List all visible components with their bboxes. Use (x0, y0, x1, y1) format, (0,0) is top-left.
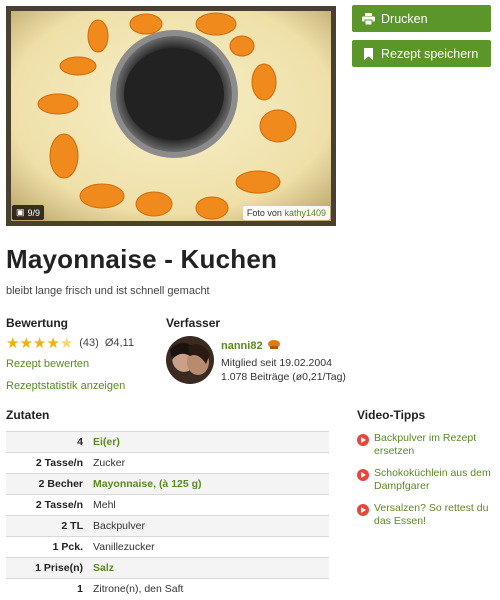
play-icon (357, 469, 369, 481)
ingredient-name-link[interactable]: Salz (90, 557, 329, 579)
ingredient-row: 1 Zitrone(n), den Saft (6, 578, 329, 600)
rating-stars: ★ ★ ★ ★ ★ (6, 336, 73, 351)
video-tip-label: Versalzen? So rettest du das Essen! (374, 502, 489, 527)
ingredient-amount: 2 TL (6, 515, 90, 537)
play-icon (357, 504, 369, 516)
ingredient-amount: 1 Prise(n) (6, 557, 90, 579)
ingredient-row: 1 Pck. Vanillezucker (6, 536, 329, 558)
star-full-icon: ★ (32, 334, 47, 352)
rating-row: ★ ★ ★ ★ ★ (43) Ø4,11 (6, 335, 166, 351)
rate-recipe-link[interactable]: Rezept bewerten (6, 358, 166, 370)
cake-image (6, 6, 336, 226)
printer-icon (361, 12, 375, 26)
ingredient-row: 2 TL Backpulver (6, 515, 329, 537)
ingredient-amount: 2 Becher (6, 473, 90, 495)
recipe-stats-link[interactable]: Rezeptstatistik anzeigen (6, 380, 166, 392)
ingredient-name: Zucker (90, 452, 329, 474)
rating-section: Bewertung ★ ★ ★ ★ ★ (43) Ø4,11 Rezept bewert… (6, 316, 166, 392)
author-section: Verfasser nanni82 Mitglied seit 19.02.20… (166, 316, 356, 384)
play-icon (357, 434, 369, 446)
rating-average: Ø4,11 (104, 337, 134, 349)
print-button[interactable]: Drucken (352, 5, 491, 32)
author-posts: 1.078 Beiträge (ø0,21/Tag) (221, 371, 346, 383)
ingredients-section: Zutaten 4 Ei(er) 2 Tasse/n Zucker 2 Becher Ma… (6, 408, 329, 600)
star-partial-icon: ★ (59, 334, 74, 352)
ingredient-row: 4 Ei(er) (6, 431, 329, 453)
photo-credit-prefix: Foto von (246, 208, 282, 218)
ingredient-amount: 1 Pck. (6, 536, 90, 558)
ingredient-amount: 2 Tasse/n (6, 452, 90, 474)
video-tips-heading: Video-Tipps (357, 408, 426, 422)
author-heading: Verfasser (166, 316, 221, 330)
ingredient-name: Backpulver (90, 515, 329, 537)
ingredient-row: 2 Tasse/n Zucker (6, 452, 329, 474)
print-button-label: Drucken (381, 11, 428, 26)
ingredient-row: 2 Becher Mayonnaise, (à 125 g) (6, 473, 329, 495)
author-name-link[interactable]: nanni82 (221, 340, 263, 352)
ingredients-table: 4 Ei(er) 2 Tasse/n Zucker 2 Becher Mayonnaise… (6, 431, 329, 600)
ingredient-name: Mehl (90, 494, 329, 516)
ingredient-amount: 1 (6, 578, 90, 600)
ingredient-name: Vanillezucker (90, 536, 329, 558)
image-icon: ▣ (16, 207, 25, 217)
save-recipe-button-label: Rezept speichern (381, 46, 479, 61)
ingredient-row: 2 Tasse/n Mehl (6, 494, 329, 516)
ingredient-name-link[interactable]: Ei(er) (90, 431, 329, 453)
photo-credit-user-link[interactable]: kathy1409 (284, 208, 326, 218)
photo-credit: Foto von kathy1409 (242, 206, 330, 220)
rating-heading: Bewertung (6, 316, 69, 330)
video-tips-section: Video-Tipps Backpulver im Rezept ersetze… (357, 408, 497, 537)
ingredient-amount: 2 Tasse/n (6, 494, 90, 516)
video-tip-link[interactable]: Versalzen? So rettest du das Essen! (357, 502, 497, 528)
ingredient-row: 1 Prise(n) Salz (6, 557, 329, 579)
video-tip-label: Backpulver im Rezept ersetzen (374, 432, 477, 457)
video-tip-link[interactable]: Schokoküchlein aus dem Dampfgarer (357, 467, 497, 493)
ingredients-heading: Zutaten (6, 408, 50, 422)
video-tip-label: Schokoküchlein aus dem Dampfgarer (374, 467, 491, 492)
recipe-subtitle: bleibt lange frisch und ist schnell gema… (6, 285, 210, 297)
bookmark-icon (361, 47, 375, 61)
photo-counter-text: 9/9 (27, 207, 41, 218)
recipe-title: Mayonnaise - Kuchen (6, 244, 278, 274)
ingredient-name-link[interactable]: Mayonnaise, (à 125 g) (90, 473, 329, 495)
rating-count: (43) (79, 337, 99, 349)
video-tip-link[interactable]: Backpulver im Rezept ersetzen (357, 432, 497, 458)
chef-hat-icon (267, 339, 281, 352)
photo-counter: ▣ 9/9 (12, 205, 45, 220)
ingredient-name: Zitrone(n), den Saft (90, 578, 329, 600)
author-member-since: Mitglied seit 19.02.2004 (221, 357, 332, 369)
star-full-icon: ★ (6, 334, 20, 352)
author-avatar[interactable] (166, 336, 214, 384)
star-full-icon: ★ (46, 334, 60, 352)
save-recipe-button[interactable]: Rezept speichern (352, 40, 491, 67)
ingredient-amount: 4 (6, 431, 90, 453)
star-full-icon: ★ (19, 334, 33, 352)
recipe-photo[interactable]: ▣ 9/9 Foto von kathy1409 (6, 6, 336, 226)
